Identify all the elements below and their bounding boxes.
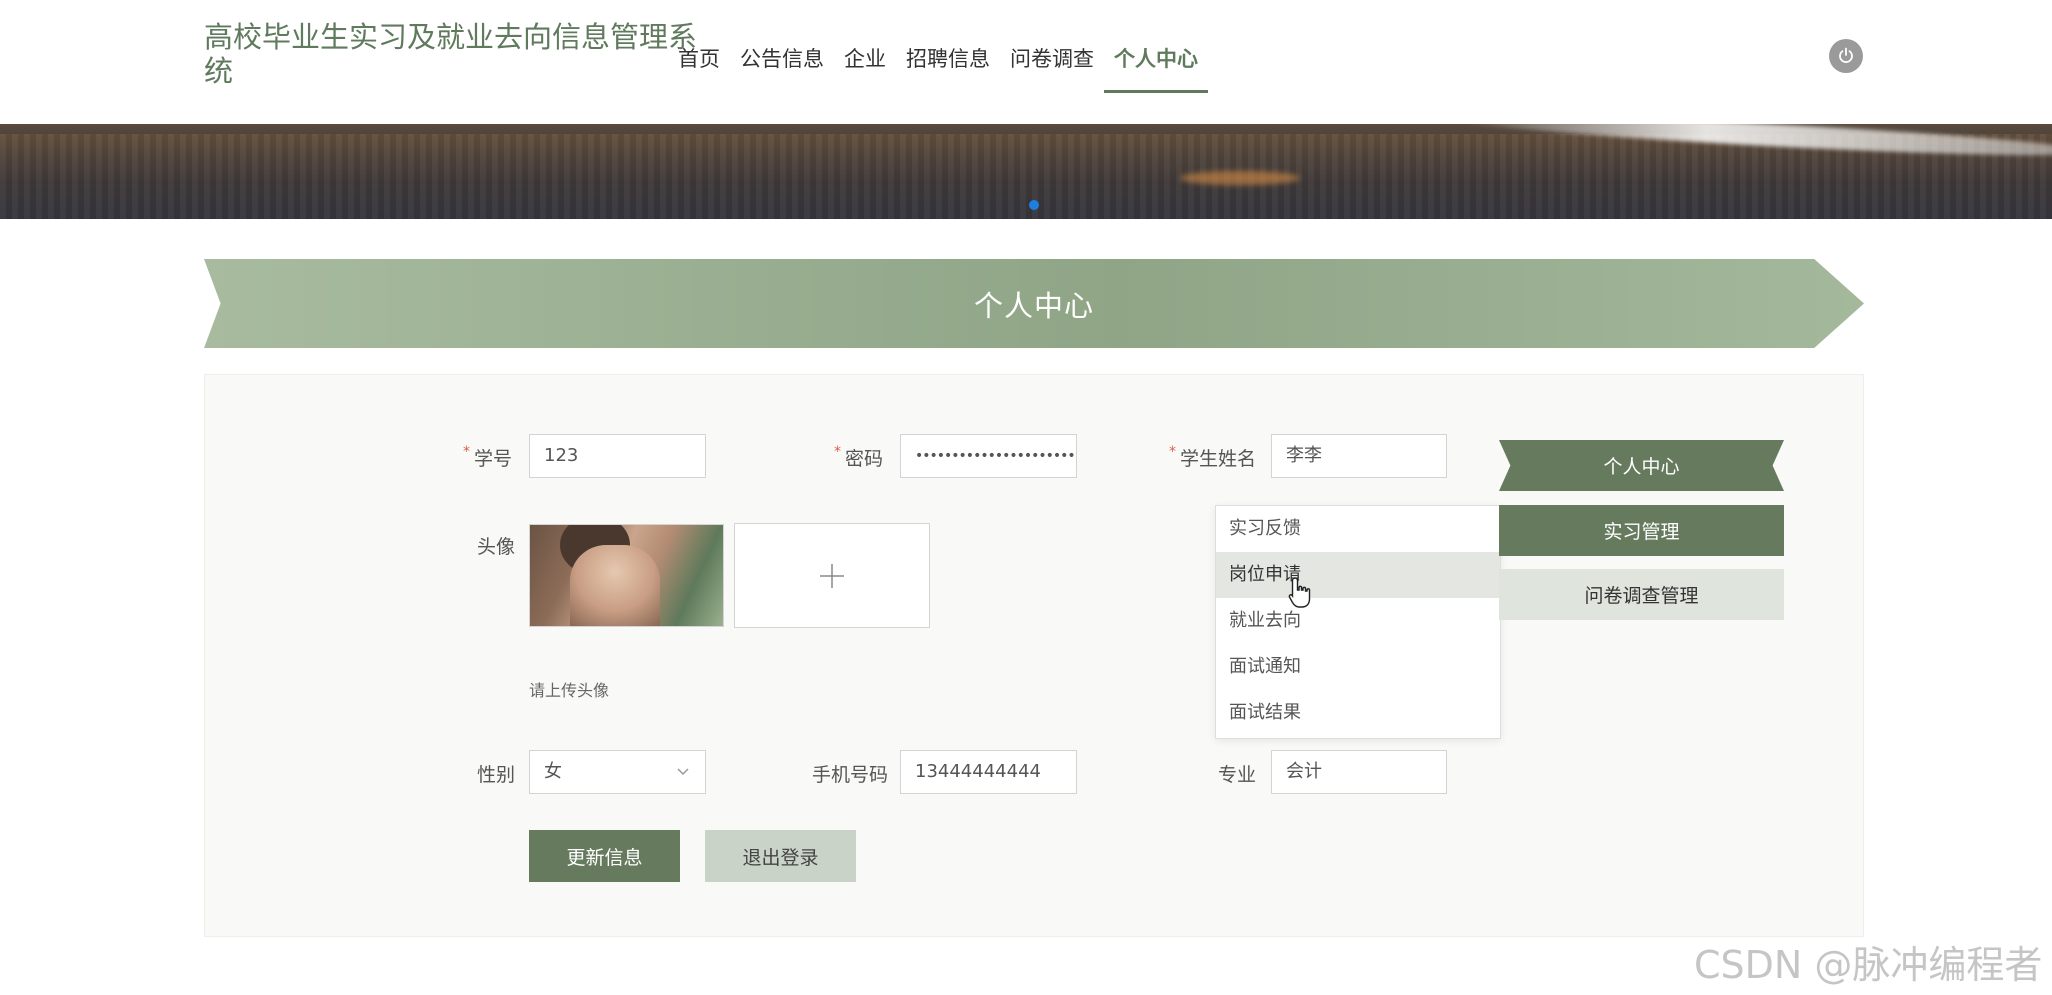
main-nav: 首页 公告信息 企业 招聘信息 问卷调查 个人中心 — [668, 38, 1208, 94]
major-label: 专业 — [1218, 764, 1257, 786]
nav-item-announcements[interactable]: 公告信息 — [730, 38, 834, 90]
submenu-item-interview-notice[interactable]: 面试通知 — [1216, 644, 1500, 690]
watermark: CSDN @脉冲编程者 — [1694, 943, 2043, 987]
required-mark: * — [834, 444, 841, 460]
submenu-item-internship-feedback[interactable]: 实习反馈 — [1216, 506, 1500, 552]
student-id-input[interactable]: 123 — [529, 434, 706, 478]
section-title: 个人中心 — [973, 288, 1094, 323]
student-name-label: * 学生姓名 — [1169, 444, 1257, 470]
password-input[interactable]: •••••••••••••••••••••• — [900, 434, 1077, 478]
carousel-dot[interactable] — [1029, 200, 1039, 210]
gender-select[interactable]: 女 — [529, 750, 706, 794]
gender-label: 性别 — [477, 764, 516, 786]
avatar-figure — [570, 545, 660, 626]
submenu-item-employment-destination[interactable]: 就业去向 — [1216, 598, 1500, 644]
required-mark: * — [1169, 444, 1176, 460]
submenu-item-job-application[interactable]: 岗位申请 — [1216, 552, 1500, 598]
power-icon — [1839, 47, 1853, 63]
side-menu-internship-management[interactable]: 实习管理 — [1499, 505, 1784, 556]
section-ribbon: 个人中心 — [204, 259, 1864, 348]
banner-carousel — [0, 124, 2052, 219]
banner-image — [0, 134, 2052, 219]
power-button[interactable] — [1829, 39, 1863, 73]
student-id-label: * 学号 — [463, 444, 513, 470]
phone-label: 手机号码 — [812, 764, 889, 786]
required-mark: * — [463, 444, 470, 460]
update-info-button[interactable]: 更新信息 — [529, 830, 680, 882]
nav-item-home[interactable]: 首页 — [668, 38, 730, 90]
site-header: 高校毕业生实习及就业去向信息管理系统 首页 公告信息 企业 招聘信息 问卷调查 … — [0, 0, 2052, 124]
logout-button[interactable]: 退出登录 — [705, 830, 856, 882]
avatar-upload-button[interactable] — [734, 523, 930, 628]
nav-item-survey[interactable]: 问卷调查 — [1000, 38, 1104, 90]
banner-glow — [1180, 171, 1300, 185]
side-menu-survey-management[interactable]: 问卷调查管理 — [1499, 569, 1784, 620]
major-input[interactable]: 会计 — [1271, 750, 1447, 794]
avatar-label: 头像 — [477, 536, 516, 558]
nav-item-companies[interactable]: 企业 — [834, 38, 896, 90]
side-menu-title: 个人中心 — [1499, 440, 1784, 491]
avatar-image[interactable] — [529, 524, 724, 627]
plus-icon — [820, 563, 844, 588]
site-title: 高校毕业生实习及就业去向信息管理系统 — [204, 20, 698, 88]
internship-submenu: 实习反馈 岗位申请 就业去向 面试通知 面试结果 — [1215, 505, 1501, 739]
password-label: * 密码 — [834, 444, 884, 470]
student-name-input[interactable]: 李李 — [1271, 434, 1447, 478]
gender-select-value: 女 — [544, 761, 562, 782]
submenu-item-interview-result[interactable]: 面试结果 — [1216, 690, 1500, 736]
nav-item-personal-center[interactable]: 个人中心 — [1104, 38, 1208, 93]
nav-item-recruitment[interactable]: 招聘信息 — [896, 38, 1000, 90]
hand-cursor-icon — [1288, 577, 1311, 608]
phone-input[interactable]: 13444444444 — [900, 750, 1077, 794]
chevron-down-icon — [677, 768, 689, 776]
avatar-hint: 请上传头像 — [529, 681, 610, 700]
